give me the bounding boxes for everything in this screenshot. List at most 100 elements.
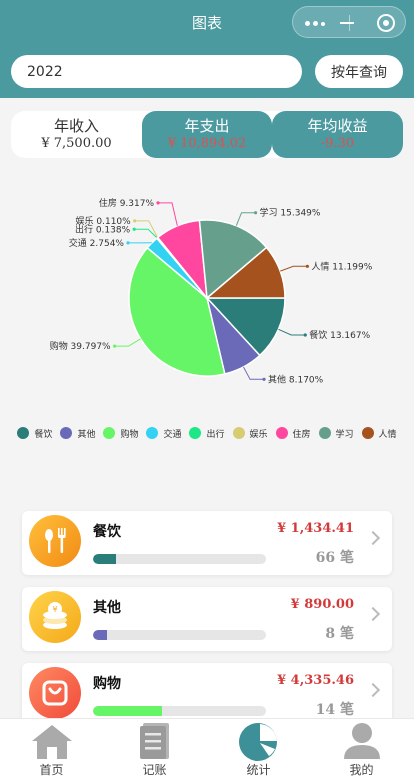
chevron-right-icon	[365, 606, 381, 622]
legend-label: 餐饮	[34, 430, 53, 440]
progress-fill	[93, 554, 116, 564]
tab-statistics[interactable]: 统计	[207, 719, 310, 780]
category-count: 14 笔	[315, 702, 354, 718]
category-count: 66 笔	[315, 550, 354, 566]
category-name: 其他	[93, 600, 121, 616]
user-icon	[344, 723, 380, 759]
tab-annual-income[interactable]: 年收入 ¥ 7,500.00	[11, 111, 142, 158]
category-amount: ¥ 1,434.41	[277, 521, 354, 536]
category-card-other[interactable]: ¥ 其他 ¥ 890.00 8 笔	[22, 587, 392, 651]
category-name: 餐饮	[93, 524, 121, 540]
leader-dot	[133, 219, 137, 223]
leader-dot	[156, 201, 160, 205]
legend-item[interactable]: 出行	[189, 426, 225, 444]
tab-average-profit[interactable]: 年均收益 -9.30	[272, 111, 403, 158]
category-amount: ¥ 4,335.46	[277, 673, 354, 688]
shopping-bag-icon	[29, 667, 81, 719]
chart-legend: 餐饮 其他 购物 交通 出行 娱乐 住房 学习 人情	[10, 426, 404, 444]
chevron-right-icon	[365, 682, 381, 698]
tab-annual-expense[interactable]: 年支出 ¥ 10,894.02	[142, 111, 272, 158]
legend-swatch	[146, 427, 159, 439]
tab-label: 统计	[246, 763, 271, 777]
tab-home[interactable]: 首页	[0, 719, 103, 780]
tab-label: 年收入	[53, 117, 99, 135]
slice-label: 其他 8.170%	[268, 373, 324, 385]
progress-fill	[93, 706, 162, 716]
legend-label: 娱乐	[249, 430, 268, 440]
legend-item[interactable]: 购物	[103, 426, 138, 444]
summary-tabs: 年收入 ¥ 7,500.00 年支出 ¥ 10,894.02 年均收益 -9.3…	[11, 111, 403, 158]
slice-label: 住房 9.317%	[99, 197, 155, 209]
slice-label: 学习 15.349%	[260, 207, 321, 219]
legend-item[interactable]: 娱乐	[232, 426, 268, 444]
tab-label: 年均收益	[307, 117, 368, 135]
leader-dot	[126, 241, 130, 245]
category-progress-bar	[93, 554, 266, 564]
tab-value: ¥ 7,500.00	[41, 136, 112, 151]
close-icon[interactable]	[377, 14, 395, 32]
slice-label: 交通 2.754%	[69, 237, 125, 249]
leader-line	[114, 338, 141, 347]
legend-label: 学习	[335, 430, 354, 440]
tab-label: 我的	[349, 763, 374, 777]
tab-bookkeeping[interactable]: 记账	[103, 719, 206, 780]
chevron-right-icon	[365, 530, 381, 546]
category-progress-bar	[93, 706, 266, 716]
category-amount: ¥ 890.00	[290, 597, 354, 612]
legend-label: 人情	[378, 430, 397, 440]
legend-swatch	[361, 427, 374, 439]
slice-label: 娱乐 0.110%	[76, 215, 132, 227]
category-progress-bar	[93, 630, 266, 640]
legend-item[interactable]: 住房	[275, 426, 311, 444]
fork-knife-icon	[29, 515, 81, 567]
minimize-icon[interactable]	[340, 22, 354, 24]
leader-dot	[305, 264, 309, 268]
legend-swatch	[189, 427, 202, 439]
leader-dot	[262, 377, 266, 381]
coin-stack-icon: ¥	[29, 591, 81, 643]
tab-label: 年支出	[184, 117, 230, 135]
bottom-tab-bar: 首页 记账 统计 我的	[0, 718, 414, 780]
leader-line	[243, 366, 265, 380]
leader-line	[235, 212, 256, 226]
slice-label: 餐饮 13.167%	[309, 329, 370, 341]
leader-dot	[253, 211, 258, 215]
notebook-icon	[140, 723, 169, 759]
tab-value: -9.30	[320, 136, 355, 151]
legend-item[interactable]: 交通	[146, 426, 181, 444]
pie-chart-icon	[239, 723, 277, 761]
svg-text:¥: ¥	[52, 605, 57, 614]
legend-swatch	[103, 427, 116, 439]
mini-program-capsule	[292, 6, 406, 38]
leader-dot	[303, 333, 307, 337]
legend-item[interactable]: 其他	[60, 426, 95, 444]
legend-swatch	[60, 427, 73, 439]
slice-label: 购物 39.797%	[50, 340, 111, 352]
query-by-year-button[interactable]: 按年查询	[315, 55, 403, 88]
tab-label: 记账	[142, 763, 167, 777]
tab-mine[interactable]: 我的	[310, 719, 413, 780]
legend-label: 住房	[292, 430, 311, 440]
leader-dot	[113, 344, 117, 348]
legend-swatch	[17, 427, 30, 439]
legend-item[interactable]: 学习	[318, 426, 354, 444]
category-name: 购物	[93, 676, 121, 692]
legend-item[interactable]: 人情	[361, 426, 397, 444]
progress-fill	[93, 630, 108, 640]
category-card-dining[interactable]: 餐饮 ¥ 1,434.41 66 笔	[22, 511, 392, 575]
legend-label: 其他	[77, 430, 96, 440]
legend-swatch	[275, 427, 288, 439]
more-icon[interactable]	[305, 21, 331, 27]
legend-item[interactable]: 餐饮	[17, 426, 52, 444]
leader-line	[278, 328, 306, 336]
legend-swatch	[232, 427, 245, 439]
slice-label: 人情 11.199%	[311, 260, 372, 272]
legend-label: 购物	[120, 430, 139, 440]
legend-label: 出行	[206, 430, 225, 440]
leader-line	[280, 265, 308, 272]
year-input[interactable]	[11, 55, 302, 88]
expense-pie-chart: 餐饮 13.167%其他 8.170%购物 39.797%交通 2.754%出行…	[50, 197, 373, 385]
home-icon	[32, 725, 72, 759]
leader-dot	[132, 227, 136, 231]
legend-swatch	[318, 427, 331, 439]
